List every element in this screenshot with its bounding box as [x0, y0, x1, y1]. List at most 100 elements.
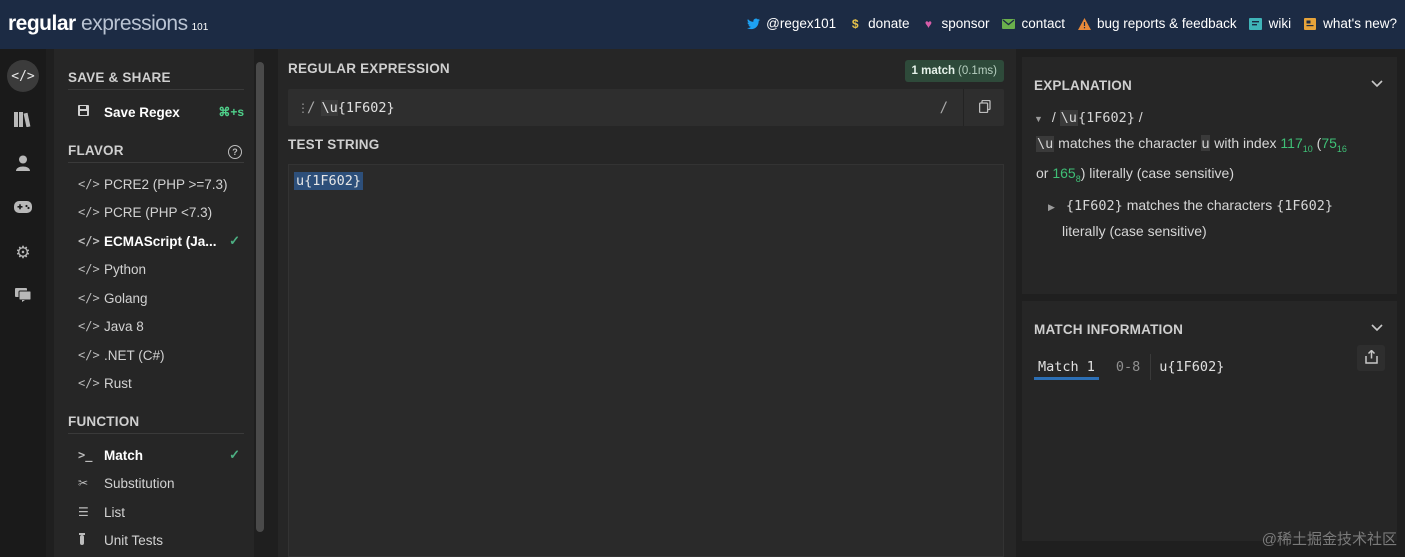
- function-list[interactable]: ☰ List: [78, 500, 244, 524]
- test-string-input[interactable]: u{1F602}: [288, 164, 1004, 557]
- terminal-icon: >_: [78, 448, 93, 462]
- flavor-title: FLAVOR: [68, 143, 124, 158]
- explanation-child[interactable]: ▶ {1F602} matches the characters {1F602}…: [1034, 193, 1394, 243]
- help-icon[interactable]: ?: [228, 145, 242, 159]
- flavor-label: PCRE (PHP <7.3): [104, 204, 213, 220]
- rail-account-button[interactable]: [7, 149, 39, 181]
- top-nav: @regex101 $ donate ♥ sponsor contact bug…: [746, 16, 1397, 31]
- save-regex-button[interactable]: Save Regex ⌘+s: [78, 100, 244, 124]
- expand-triangle-icon[interactable]: ▶: [1048, 195, 1062, 219]
- chevron-down-icon[interactable]: [1371, 321, 1383, 335]
- collapse-triangle-icon[interactable]: ▼: [1034, 107, 1048, 131]
- function-label: Unit Tests: [104, 532, 164, 548]
- flavor-python[interactable]: </> Python: [78, 257, 244, 281]
- logo-text-regular: regular: [8, 12, 76, 35]
- user-icon: [16, 155, 30, 176]
- explanation-line-octal: or 1658) literally (case sensitive): [1034, 161, 1394, 191]
- flavor-label: ECMAScript (Ja...: [104, 233, 217, 249]
- divider: [963, 89, 964, 126]
- nav-twitter[interactable]: @regex101: [746, 16, 836, 31]
- function-unit-tests[interactable]: Unit Tests: [78, 528, 244, 552]
- warning-icon: [1077, 17, 1091, 31]
- root-rest-token: {1F602}: [1077, 110, 1135, 126]
- chevron-down-icon[interactable]: [1371, 77, 1383, 91]
- regex-escape-token: \u: [321, 99, 338, 116]
- flavor-label: .NET (C#): [104, 347, 165, 363]
- match-value: u{1F602}: [1159, 359, 1225, 375]
- divider: [68, 433, 244, 434]
- check-icon: ✓: [229, 447, 240, 462]
- code-icon: </>: [78, 234, 100, 248]
- regex-open-delimiter: /: [307, 99, 316, 116]
- code-icon: </>: [78, 348, 100, 362]
- share-button[interactable]: [1357, 345, 1385, 371]
- rail-settings-button[interactable]: ⚙: [7, 237, 39, 269]
- rail-chat-button[interactable]: [7, 281, 39, 313]
- decimal-index: 11710: [1280, 135, 1313, 154]
- explanation-title: EXPLANATION: [1034, 78, 1132, 93]
- code-icon: </>: [78, 376, 100, 390]
- match-range: 0-8: [1115, 359, 1141, 375]
- check-icon: ✓: [229, 233, 240, 248]
- nav-contact-label: contact: [1021, 16, 1066, 31]
- flavor-pcre2[interactable]: </> PCRE2 (PHP >=7.3): [78, 172, 244, 196]
- gamepad-icon: [14, 200, 32, 218]
- explanation-text: matches the characters: [1126, 196, 1273, 213]
- dollar-icon: $: [851, 16, 859, 31]
- function-substitution[interactable]: ✂ Substitution: [78, 471, 244, 495]
- flavor-pcre[interactable]: </> PCRE (PHP <7.3): [78, 200, 244, 224]
- editor-area: REGULAR EXPRESSION 1 match (0.1ms) ⋮ / \…: [278, 49, 1016, 557]
- code-icon: </>: [78, 205, 100, 219]
- regex-flags-delimiter[interactable]: /: [940, 100, 948, 116]
- explanation-text: or: [1036, 164, 1049, 181]
- function-label: List: [104, 504, 126, 520]
- share-icon: [1364, 348, 1378, 367]
- flavor-dotnet[interactable]: </> .NET (C#): [78, 343, 244, 367]
- flavor-rust[interactable]: </> Rust: [78, 371, 244, 395]
- match-count-badge: 1 match (0.1ms): [904, 60, 1004, 82]
- flavor-ecmascript[interactable]: </> ECMAScript (Ja... ✓: [78, 229, 244, 253]
- nav-wiki[interactable]: wiki: [1249, 16, 1291, 31]
- rail-quiz-button[interactable]: [7, 193, 39, 225]
- nav-donate[interactable]: $ donate: [848, 16, 910, 31]
- explanation-root[interactable]: ▼ / \u{1F602} /: [1034, 105, 1394, 131]
- twitter-icon: [746, 17, 760, 31]
- match-label: Match 1: [1034, 359, 1099, 380]
- match-row[interactable]: Match 1 0-8 u{1F602}: [1034, 354, 1224, 380]
- copy-icon[interactable]: [978, 99, 991, 116]
- code-icon: </>: [78, 291, 100, 305]
- code-icon: </>: [78, 319, 100, 333]
- nav-bug-reports-label: bug reports & feedback: [1097, 16, 1237, 31]
- match-count: 1 match: [911, 65, 956, 77]
- nav-whats-new[interactable]: what's new?: [1303, 16, 1397, 31]
- drag-handle-icon[interactable]: ⋮: [297, 101, 309, 115]
- chat-icon: [15, 287, 32, 307]
- rail-library-button[interactable]: [7, 105, 39, 137]
- flavor-label: Python: [104, 261, 147, 277]
- site-logo[interactable]: regular expressions 101: [8, 12, 208, 36]
- flavor-label: PCRE2 (PHP >=7.3): [104, 176, 228, 192]
- function-match[interactable]: >_ Match ✓: [78, 443, 244, 467]
- flavor-golang[interactable]: </> Golang: [78, 286, 244, 310]
- root-escape-token: \u: [1059, 110, 1078, 126]
- nav-donate-label: donate: [868, 16, 910, 31]
- regex-input-box[interactable]: ⋮ / \u{1F602} /: [288, 89, 1004, 126]
- nav-bug-reports[interactable]: bug reports & feedback: [1077, 16, 1237, 31]
- nav-sponsor-label: sponsor: [941, 16, 990, 31]
- logo-text-expressions: expressions: [81, 12, 188, 35]
- octal-index: 1658: [1052, 164, 1081, 184]
- sidebar-scrollbar[interactable]: [256, 62, 264, 532]
- nav-contact[interactable]: contact: [1002, 16, 1066, 31]
- flavor-label: Rust: [104, 375, 132, 391]
- flavor-java[interactable]: </> Java 8: [78, 314, 244, 338]
- icon-rail: </> ⚙: [0, 49, 46, 557]
- nav-sponsor[interactable]: ♥ sponsor: [921, 16, 990, 31]
- explanation-panel: EXPLANATION ▼ / \u{1F602} / \u matches t…: [1022, 57, 1397, 294]
- news-icon: [1303, 17, 1317, 31]
- code-icon: </>: [11, 68, 35, 84]
- regex-rest: {1F602}: [337, 99, 395, 116]
- explanation-text: with index: [1214, 135, 1277, 151]
- regex-input[interactable]: \u{1F602}: [321, 99, 395, 116]
- rail-editor-button[interactable]: </>: [7, 60, 39, 92]
- child-token: {1F602}: [1276, 197, 1333, 214]
